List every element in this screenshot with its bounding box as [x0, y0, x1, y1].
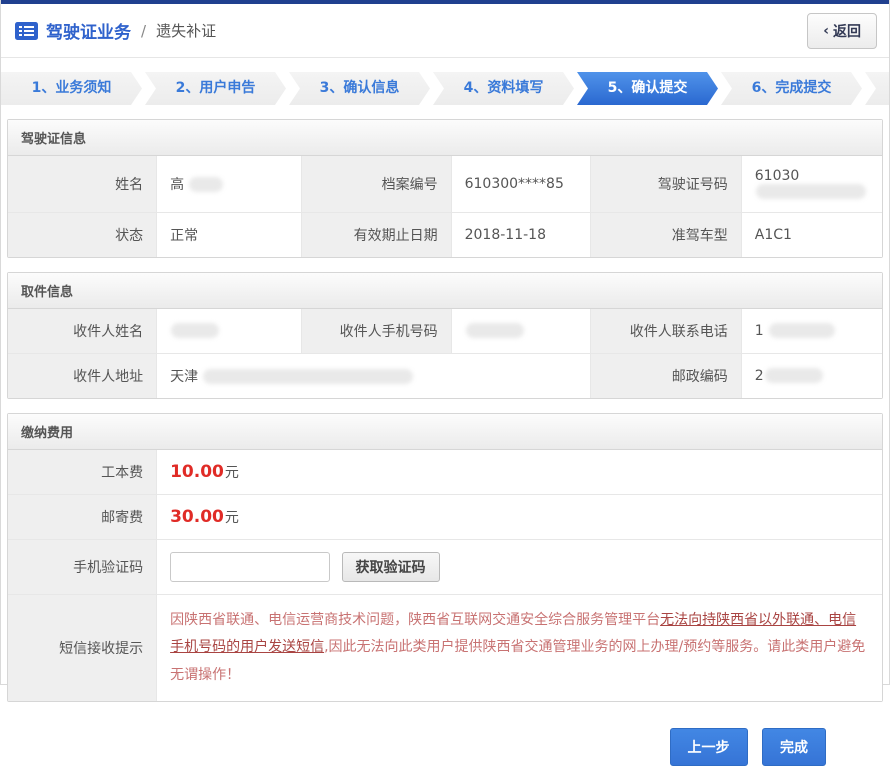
step-tab-6: 6、完成提交	[721, 72, 862, 105]
recipient-mobile-label: 收件人手机号码	[302, 309, 451, 354]
table-row: 姓名 高 档案编号 610300****85 驾驶证号码 61030	[8, 156, 882, 213]
license-info-table: 姓名 高 档案编号 610300****85 驾驶证号码 61030 状态 正常…	[8, 156, 882, 257]
redaction-blur	[203, 369, 413, 384]
vehicle-class-value: A1C1	[741, 213, 882, 258]
page: 驾驶证业务 / 遗失补证 ‹ 返回 1、业务须知 2、用户申告 3、确认信息 4…	[0, 0, 890, 685]
table-row: 状态 正常 有效期止日期 2018-11-18 准驾车型 A1C1	[8, 213, 882, 258]
step-tab-2: 2、用户申告	[145, 72, 286, 105]
expiry-date-value: 2018-11-18	[451, 213, 591, 258]
step-bar-filler	[865, 72, 889, 105]
redaction-blur	[171, 323, 219, 338]
recipient-phone-label: 收件人联系电话	[591, 309, 741, 354]
file-number-label: 档案编号	[302, 156, 451, 213]
table-row: 邮寄费 30.00元	[8, 495, 882, 540]
footer-actions: 上一步 完成	[1, 702, 889, 766]
back-label: 返回	[833, 21, 861, 41]
table-row: 收件人姓名 收件人手机号码 收件人联系电话 1	[8, 309, 882, 354]
redaction-blur	[756, 184, 866, 199]
production-fee-value: 10.00元	[157, 450, 882, 495]
status-value: 正常	[157, 213, 302, 258]
postcode-value: 2	[741, 354, 882, 399]
get-code-button[interactable]: 获取验证码	[342, 552, 440, 582]
back-button[interactable]: ‹ 返回	[807, 13, 877, 49]
back-chevron-icon: ‹	[823, 23, 829, 39]
sms-notice-part1: 因陕西省联通、电信运营商技术问题，陕西省互联网交通安全综合服务管理平台	[170, 612, 660, 628]
step-tab-1: 1、业务须知	[1, 72, 142, 105]
recipient-address-label: 收件人地址	[8, 354, 157, 399]
sms-code-input[interactable]	[170, 552, 330, 582]
breadcrumb: 驾驶证业务 / 遗失补证	[15, 18, 216, 43]
production-fee-label: 工本费	[8, 450, 157, 495]
sms-code-cell: 获取验证码	[157, 540, 882, 595]
name-label: 姓名	[8, 156, 157, 213]
vehicle-class-label: 准驾车型	[591, 213, 741, 258]
license-number-value: 61030	[741, 156, 882, 213]
page-subtitle: 遗失补证	[156, 20, 216, 41]
recipient-phone-value: 1	[741, 309, 882, 354]
step-tab-5-active: 5、确认提交	[577, 72, 718, 105]
file-number-value: 610300****85	[451, 156, 591, 213]
table-row: 工本费 10.00元	[8, 450, 882, 495]
pickup-section-title: 取件信息	[8, 273, 882, 309]
redaction-blur	[466, 323, 524, 338]
recipient-name-value	[157, 309, 302, 354]
postcode-label: 邮政编码	[591, 354, 741, 399]
fees-table: 工本费 10.00元 邮寄费 30.00元 手机验证码 获取验证码 短信接收提示…	[8, 450, 882, 701]
production-fee-unit: 元	[225, 465, 239, 481]
redaction-blur	[769, 323, 835, 338]
page-title: 驾驶证业务	[46, 18, 131, 43]
page-header: 驾驶证业务 / 遗失补证 ‹ 返回	[1, 4, 889, 58]
table-row: 收件人地址 天津 邮政编码 2	[8, 354, 882, 399]
recipient-name-label: 收件人姓名	[8, 309, 157, 354]
step-progress-bar: 1、业务须知 2、用户申告 3、确认信息 4、资料填写 5、确认提交 6、完成提…	[1, 72, 889, 105]
expiry-date-label: 有效期止日期	[302, 213, 451, 258]
recipient-address-value: 天津	[157, 354, 591, 399]
status-label: 状态	[8, 213, 157, 258]
postage-fee-amount: 30.00	[170, 507, 224, 527]
license-section-title: 驾驶证信息	[8, 120, 882, 156]
title-separator: /	[141, 22, 146, 40]
name-value: 高	[157, 156, 302, 213]
step-tab-3: 3、确认信息	[289, 72, 430, 105]
pickup-info-table: 收件人姓名 收件人手机号码 收件人联系电话 1 收件人地址 天津 邮政编码 2	[8, 309, 882, 398]
pickup-info-section: 取件信息 收件人姓名 收件人手机号码 收件人联系电话 1 收件人地址 天津 邮政…	[7, 272, 883, 399]
step-tab-4: 4、资料填写	[433, 72, 574, 105]
redaction-blur	[189, 177, 223, 192]
postage-fee-label: 邮寄费	[8, 495, 157, 540]
license-number-label: 驾驶证号码	[591, 156, 741, 213]
production-fee-amount: 10.00	[170, 462, 224, 482]
fees-section: 缴纳费用 工本费 10.00元 邮寄费 30.00元 手机验证码 获取验证码 短…	[7, 413, 883, 702]
redaction-blur	[765, 368, 823, 383]
finish-button[interactable]: 完成	[762, 728, 826, 766]
license-info-section: 驾驶证信息 姓名 高 档案编号 610300****85 驾驶证号码 61030…	[7, 119, 883, 258]
list-icon	[15, 22, 38, 40]
table-row: 手机验证码 获取验证码	[8, 540, 882, 595]
recipient-mobile-value	[451, 309, 591, 354]
postage-fee-unit: 元	[225, 510, 239, 526]
previous-step-button[interactable]: 上一步	[670, 728, 748, 766]
fees-section-title: 缴纳费用	[8, 414, 882, 450]
sms-code-label: 手机验证码	[8, 540, 157, 595]
postage-fee-value: 30.00元	[157, 495, 882, 540]
